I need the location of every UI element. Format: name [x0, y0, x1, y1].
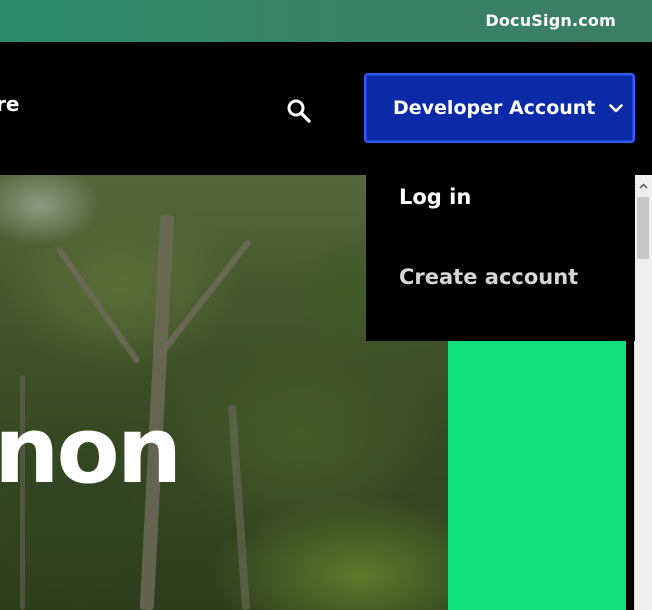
tree-branch: [55, 245, 141, 365]
scroll-thumb[interactable]: [637, 197, 649, 259]
create-account-menu-item[interactable]: Create account: [399, 265, 578, 289]
page-scrollbar[interactable]: [634, 175, 652, 610]
login-menu-item[interactable]: Log in: [399, 185, 471, 209]
scroll-up-button[interactable]: [635, 179, 652, 193]
developer-account-dropdown: Log in Create account: [366, 160, 635, 341]
chevron-up-icon: [639, 183, 648, 189]
docusign-com-link[interactable]: DocuSign.com: [485, 11, 616, 30]
search-icon: [287, 99, 311, 123]
developer-account-button[interactable]: Developer Account: [364, 73, 635, 143]
hero-headline: non: [0, 397, 182, 504]
tree-trunk: [227, 404, 251, 610]
nav-item-partial[interactable]: re: [0, 92, 19, 116]
top-banner: DocuSign.com: [0, 0, 652, 42]
search-button[interactable]: [282, 94, 316, 128]
chevron-down-icon: [609, 104, 624, 113]
developer-account-label: Developer Account: [393, 97, 596, 119]
